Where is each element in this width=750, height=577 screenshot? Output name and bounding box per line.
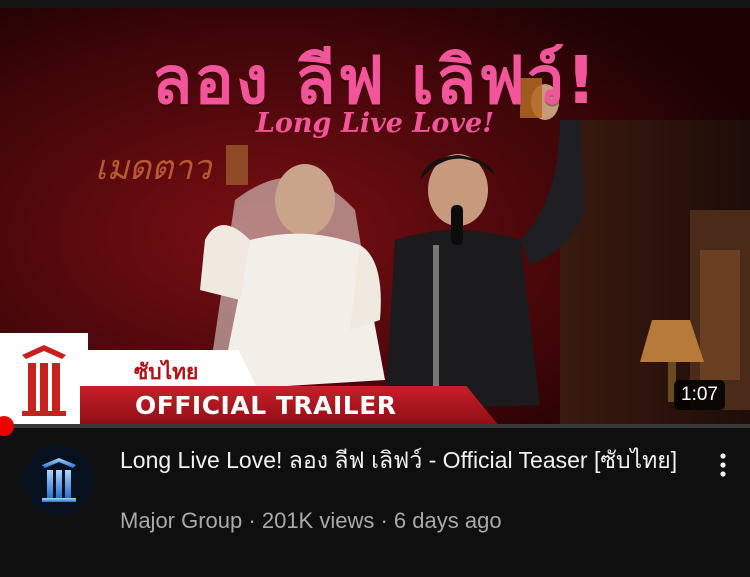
channel-avatar[interactable] [24, 445, 94, 515]
upload-age: 6 days ago [393, 508, 502, 533]
major-group-logo-icon [24, 445, 94, 515]
major-logo-icon [22, 345, 66, 416]
channel-name[interactable]: Major Group [120, 508, 242, 533]
more-options-button[interactable] [706, 448, 740, 482]
progress-track[interactable] [0, 424, 750, 428]
video-thumbnail[interactable]: เมดตาว ลอง ลีฟ เลิฟว์! Long Live Love! ซ… [0, 0, 750, 427]
more-vertical-icon [720, 453, 726, 477]
video-meta: Major Group · 201K views · 6 days ago [120, 508, 502, 534]
subtitle-badge: ซับไทย [134, 360, 199, 384]
meta-separator: · [374, 508, 394, 533]
meta-separator: · [242, 508, 262, 533]
duration-badge: 1:07 [674, 380, 725, 410]
official-trailer-badge: OFFICIAL TRAILER [135, 391, 397, 420]
major-logo [0, 333, 88, 425]
thumbnail-title-english: Long Live Love! [255, 108, 495, 139]
neon-sign: เมดตาว [95, 148, 212, 188]
progress-scrubber[interactable] [0, 416, 14, 436]
video-title[interactable]: Long Live Love! ลอง ลีฟ เลิฟว์ - Officia… [120, 445, 680, 475]
view-count: 201K views [261, 508, 375, 533]
